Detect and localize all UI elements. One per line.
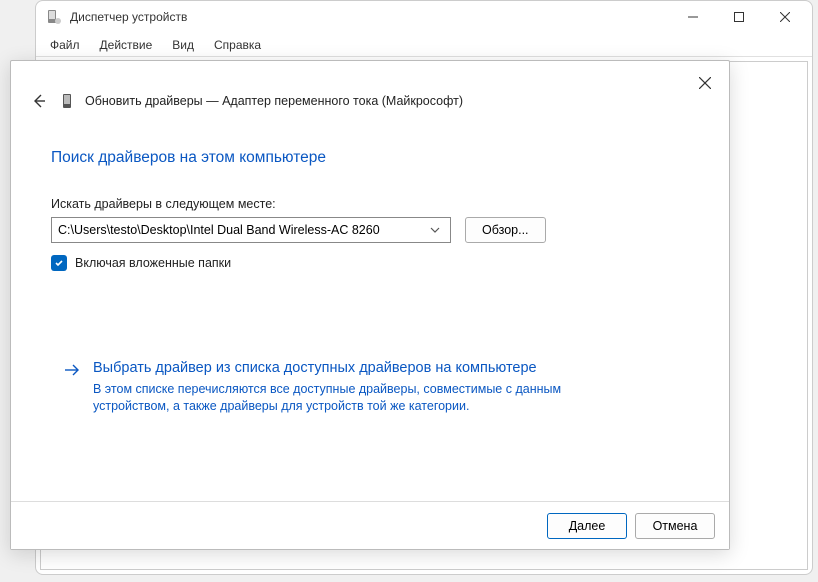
menubar: Файл Действие Вид Справка (36, 33, 812, 57)
titlebar: Диспетчер устройств (36, 1, 812, 33)
back-arrow-icon[interactable] (29, 91, 49, 111)
maximize-button[interactable] (716, 1, 762, 33)
browse-button[interactable]: Обзор... (465, 217, 546, 243)
close-button[interactable] (762, 1, 808, 33)
include-subfolders-label: Включая вложенные папки (75, 256, 231, 270)
next-button[interactable]: Далее (547, 513, 627, 539)
option-description: В этом списке перечисляются все доступны… (93, 381, 613, 416)
menu-help[interactable]: Справка (204, 36, 271, 54)
path-combobox[interactable]: C:\Users\testo\Desktop\Intel Dual Band W… (51, 217, 451, 243)
option-title: Выбрать драйвер из списка доступных драй… (93, 359, 613, 379)
device-icon (59, 93, 75, 109)
dialog-header-text: Обновить драйверы — Адаптер переменного … (85, 94, 463, 108)
cancel-button[interactable]: Отмена (635, 513, 715, 539)
include-subfolders-checkbox[interactable] (51, 255, 67, 271)
menu-view[interactable]: Вид (162, 36, 204, 54)
window-title: Диспетчер устройств (70, 10, 670, 24)
menu-action[interactable]: Действие (90, 36, 163, 54)
update-drivers-dialog: Обновить драйверы — Адаптер переменного … (10, 60, 730, 550)
section-title: Поиск драйверов на этом компьютере (51, 149, 689, 167)
chevron-down-icon (426, 227, 444, 233)
search-location-label: Искать драйверы в следующем месте: (51, 197, 689, 211)
menu-file[interactable]: Файл (40, 36, 90, 54)
minimize-button[interactable] (670, 1, 716, 33)
arrow-right-icon (63, 361, 81, 416)
dialog-footer: Далее Отмена (11, 501, 729, 549)
pick-from-list-option[interactable]: Выбрать драйвер из списка доступных драй… (51, 359, 689, 416)
app-icon (46, 9, 62, 25)
path-value: C:\Users\testo\Desktop\Intel Dual Band W… (58, 223, 426, 237)
dialog-close-button[interactable] (691, 69, 719, 97)
